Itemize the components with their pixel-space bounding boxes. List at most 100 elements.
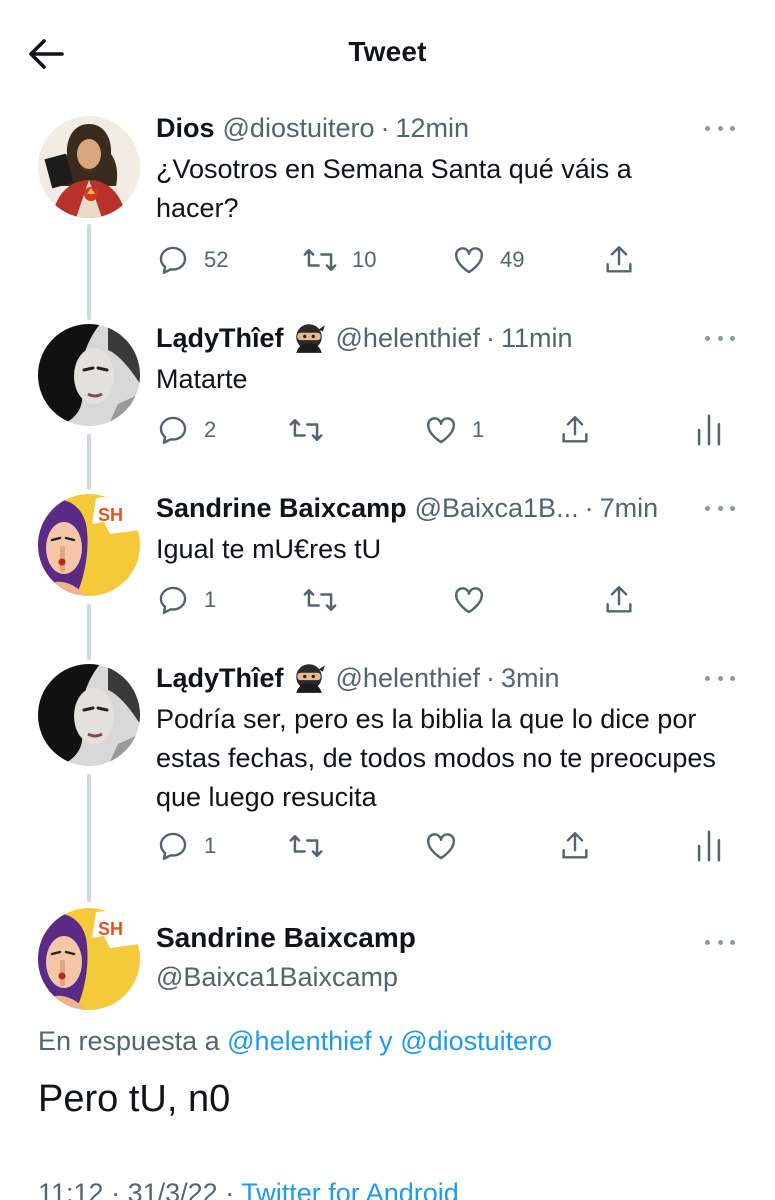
tweet-text: Podría ser, pero es la biblia la que lo …	[156, 704, 716, 812]
avatar[interactable]	[38, 116, 140, 218]
svg-text:SH: SH	[98, 919, 123, 939]
like-button[interactable]: 1	[424, 410, 484, 450]
tweet[interactable]: SH Sandrine Baixcamp @Baixca1B... · 7min…	[0, 490, 775, 640]
share-button[interactable]	[602, 240, 636, 280]
tweet-date[interactable]: 31/3/22	[128, 1178, 218, 1200]
analytics-button[interactable]	[694, 410, 724, 450]
source-link[interactable]: Twitter for Android	[241, 1178, 459, 1200]
reply-count: 1	[204, 833, 217, 858]
tweet-actions: 1	[156, 580, 736, 620]
retweet-button[interactable]	[288, 410, 338, 450]
tweet-time[interactable]: 12min	[396, 113, 470, 144]
mention-link[interactable]: @diostuitero	[400, 1026, 552, 1056]
more-options-icon[interactable]	[705, 930, 735, 954]
share-icon	[606, 246, 632, 273]
retweet-button[interactable]	[288, 826, 338, 866]
reply-button[interactable]: 1	[156, 826, 216, 866]
tweet-text: Igual te mU€res tU	[156, 534, 382, 564]
author-name[interactable]: Sandrine Baixcamp	[156, 493, 407, 524]
mention-link[interactable]: @helenthief	[227, 1026, 372, 1056]
tweet-text: Matarte	[156, 364, 248, 394]
share-icon	[606, 586, 632, 613]
more-options-icon[interactable]	[705, 666, 735, 690]
tweet-header: Sandrine Baixcamp @Baixca1B... · 7min	[156, 490, 685, 526]
top-bar: Tweet	[0, 0, 775, 106]
retweet-button[interactable]	[302, 580, 352, 620]
retweet-icon	[303, 249, 337, 271]
reply-icon	[159, 832, 187, 860]
page-title: Tweet	[348, 36, 427, 67]
author-name[interactable]: Sandrine Baixcamp	[156, 922, 416, 954]
author-handle[interactable]: @Baixca1Baixcamp	[156, 962, 398, 993]
avatar[interactable]	[38, 664, 140, 766]
more-options-icon[interactable]	[705, 326, 735, 350]
reply-count: 1	[204, 587, 217, 612]
author-handle[interactable]: @diostuitero	[223, 113, 375, 144]
separator-dot: ·	[486, 322, 496, 353]
tweet-time[interactable]: 7min	[600, 493, 659, 524]
tweet-actions: 2 1	[156, 410, 736, 450]
like-button[interactable]	[452, 580, 500, 620]
separator-dot: ·	[486, 662, 496, 693]
tweet-header: LądyThîef @helenthief · 3min	[156, 660, 685, 696]
tweet-time[interactable]: 3min	[501, 663, 560, 694]
reply-icon	[159, 416, 187, 444]
reply-button[interactable]: 52	[156, 240, 228, 280]
author-handle[interactable]: @helenthief	[336, 323, 481, 354]
share-icon	[562, 832, 588, 859]
heart-icon	[455, 247, 483, 274]
reply-count: 52	[204, 247, 229, 272]
retweet-button[interactable]: 10	[302, 240, 376, 280]
author-handle[interactable]: @helenthief	[336, 663, 481, 694]
author-name[interactable]: LądyThîef	[156, 663, 284, 694]
share-icon	[562, 416, 588, 443]
separator-dot: ·	[584, 492, 594, 523]
retweet-count: 10	[352, 247, 377, 272]
reply-button[interactable]: 2	[156, 410, 216, 450]
reply-icon	[159, 246, 187, 274]
separator-dot: ·	[111, 1178, 121, 1200]
ninja-emoji-icon	[295, 664, 325, 693]
tweet[interactable]: Dios @diostuitero · 12min ¿Vosotros en S…	[0, 110, 775, 290]
separator-dot: ·	[380, 112, 390, 143]
avatar[interactable]: SH	[38, 494, 140, 596]
heart-icon	[427, 833, 455, 860]
analytics-icon	[697, 830, 721, 862]
reply-prefix: En respuesta a	[38, 1026, 220, 1056]
author-name[interactable]: Dios	[156, 113, 215, 144]
tweet-meta: 11:12 · 31/3/22 · Twitter for Android	[38, 1178, 459, 1200]
retweet-icon	[303, 589, 337, 611]
tweet-header: LądyThîef @helenthief · 11min	[156, 320, 685, 356]
tweet[interactable]: LądyThîef @helenthief · 11min Matarte 2 …	[0, 320, 775, 470]
more-options-icon[interactable]	[705, 116, 735, 140]
retweet-icon	[289, 835, 323, 857]
tweet-actions: 1	[156, 826, 736, 866]
reply-count: 2	[204, 417, 217, 442]
heart-icon	[427, 417, 455, 444]
share-button[interactable]	[602, 580, 636, 620]
share-button[interactable]	[558, 826, 592, 866]
like-button[interactable]: 49	[452, 240, 524, 280]
avatar[interactable]: SH	[38, 908, 140, 1010]
share-button[interactable]	[558, 410, 592, 450]
tweet-time[interactable]: 11min	[501, 323, 573, 354]
reply-icon	[159, 586, 187, 614]
author-handle[interactable]: @Baixca1B...	[415, 493, 579, 524]
separator-dot: ·	[225, 1178, 235, 1200]
like-button[interactable]	[424, 826, 472, 866]
more-options-icon[interactable]	[705, 496, 735, 520]
tweet-text: ¿Vosotros en Semana Santa qué váis a hac…	[156, 154, 632, 223]
ninja-emoji-icon	[295, 324, 325, 353]
author-name[interactable]: LądyThîef	[156, 323, 284, 354]
svg-text:SH: SH	[98, 505, 123, 525]
reply-joiner: y	[379, 1026, 393, 1056]
heart-icon	[455, 587, 483, 614]
like-count: 49	[500, 247, 525, 272]
analytics-button[interactable]	[694, 826, 724, 866]
tweet-actions: 52 10 49	[156, 240, 736, 280]
avatar[interactable]	[38, 324, 140, 426]
reply-button[interactable]: 1	[156, 580, 216, 620]
like-count: 1	[472, 417, 485, 442]
tweet-time[interactable]: 11:12	[38, 1178, 104, 1200]
tweet[interactable]: LądyThîef @helenthief · 3min Podría ser,…	[0, 660, 775, 890]
